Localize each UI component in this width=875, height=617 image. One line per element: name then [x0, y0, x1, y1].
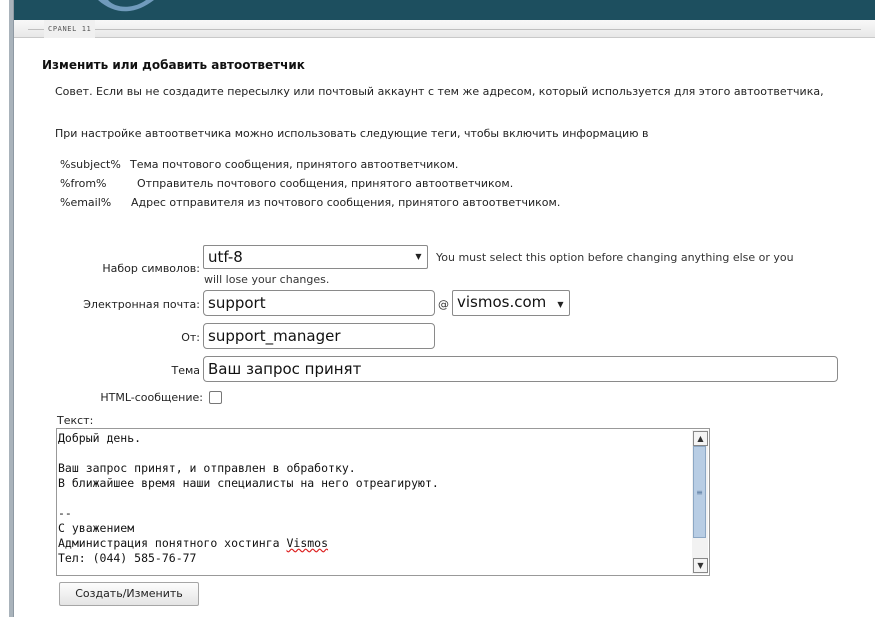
html-message-label: HTML-сообщение: — [100, 391, 203, 404]
body-line: Администрация понятного хостинга Vismos — [58, 536, 689, 551]
body-line: -- — [58, 506, 72, 520]
main-content: Изменить или добавить автоответчик Совет… — [0, 0, 875, 617]
tip-text: Совет. Если вы не создадите пересылку ил… — [55, 85, 824, 98]
charset-warning-cont: will lose your changes. — [204, 273, 330, 286]
tag-row-email: %email% Адрес отправителя из почтового со… — [60, 193, 560, 212]
html-message-checkbox[interactable] — [209, 391, 222, 404]
body-label: Текст: — [57, 414, 94, 427]
body-line: С уважением — [58, 521, 135, 535]
submit-button[interactable]: Создать/Изменить — [59, 582, 199, 606]
body-line — [58, 491, 689, 506]
chevron-down-icon: ▼ — [415, 252, 422, 261]
tag-row-subject: %subject% Тема почтового сообщения, приня… — [60, 155, 560, 174]
tag-key: %subject% — [60, 158, 121, 171]
tag-description: Адрес отправителя из почтового сообщения… — [131, 196, 561, 209]
scrollbar-thumb[interactable]: ≡ — [693, 446, 706, 538]
body-textarea[interactable]: Добрый день. Ваш запрос принят, и отправл… — [56, 428, 710, 576]
tag-key: %from% — [60, 177, 107, 190]
charset-select[interactable]: utf-8 ▼ — [203, 245, 428, 269]
tag-description: Тема почтового сообщения, принятого авто… — [130, 158, 459, 171]
body-line — [58, 446, 689, 461]
charset-value: utf-8 — [208, 248, 243, 266]
email-field[interactable] — [203, 290, 435, 316]
arrow-down-icon[interactable]: ▼ — [693, 558, 708, 573]
tags-list: %subject% Тема почтового сообщения, приня… — [60, 155, 560, 212]
tag-row-from: %from% Отправитель почтового сообщения, п… — [60, 174, 560, 193]
textarea-scrollbar[interactable]: ▲ ≡ ▼ — [692, 430, 708, 574]
tag-key: %email% — [60, 196, 112, 209]
chevron-down-icon: ▼ — [557, 300, 564, 309]
domain-select[interactable]: vismos.com ▼ — [452, 290, 570, 316]
arrow-up-icon[interactable]: ▲ — [693, 431, 708, 446]
misspelled-word: Vismos — [286, 536, 329, 550]
body-line: Добрый день. — [58, 431, 142, 445]
email-label: Электронная почта: — [83, 298, 200, 311]
page-title: Изменить или добавить автоответчик — [42, 58, 305, 72]
body-text-fragment: Администрация понятного хостинга — [58, 536, 287, 550]
body-line: Ваш запрос принят, и отправлен в обработ… — [58, 461, 356, 475]
subject-field[interactable] — [203, 356, 838, 382]
domain-value: vismos.com — [457, 293, 547, 311]
charset-warning: You must select this option before chang… — [436, 251, 794, 264]
tag-description: Отправитель почтового сообщения, принято… — [137, 177, 514, 190]
body-line: В ближайшее время наши специалисты на не… — [58, 476, 439, 490]
body-line: Тел: (044) 585-76-77 — [58, 551, 197, 565]
from-field[interactable] — [203, 323, 435, 349]
subject-label: Тема — [171, 364, 200, 377]
charset-label: Набор символов: — [102, 262, 200, 275]
tags-intro: При настройке автоответчика можно исполь… — [55, 127, 649, 140]
at-sign: @ — [438, 298, 449, 311]
body-text: Добрый день. Ваш запрос принят, и отправл… — [58, 431, 689, 566]
from-label: От: — [181, 331, 200, 344]
